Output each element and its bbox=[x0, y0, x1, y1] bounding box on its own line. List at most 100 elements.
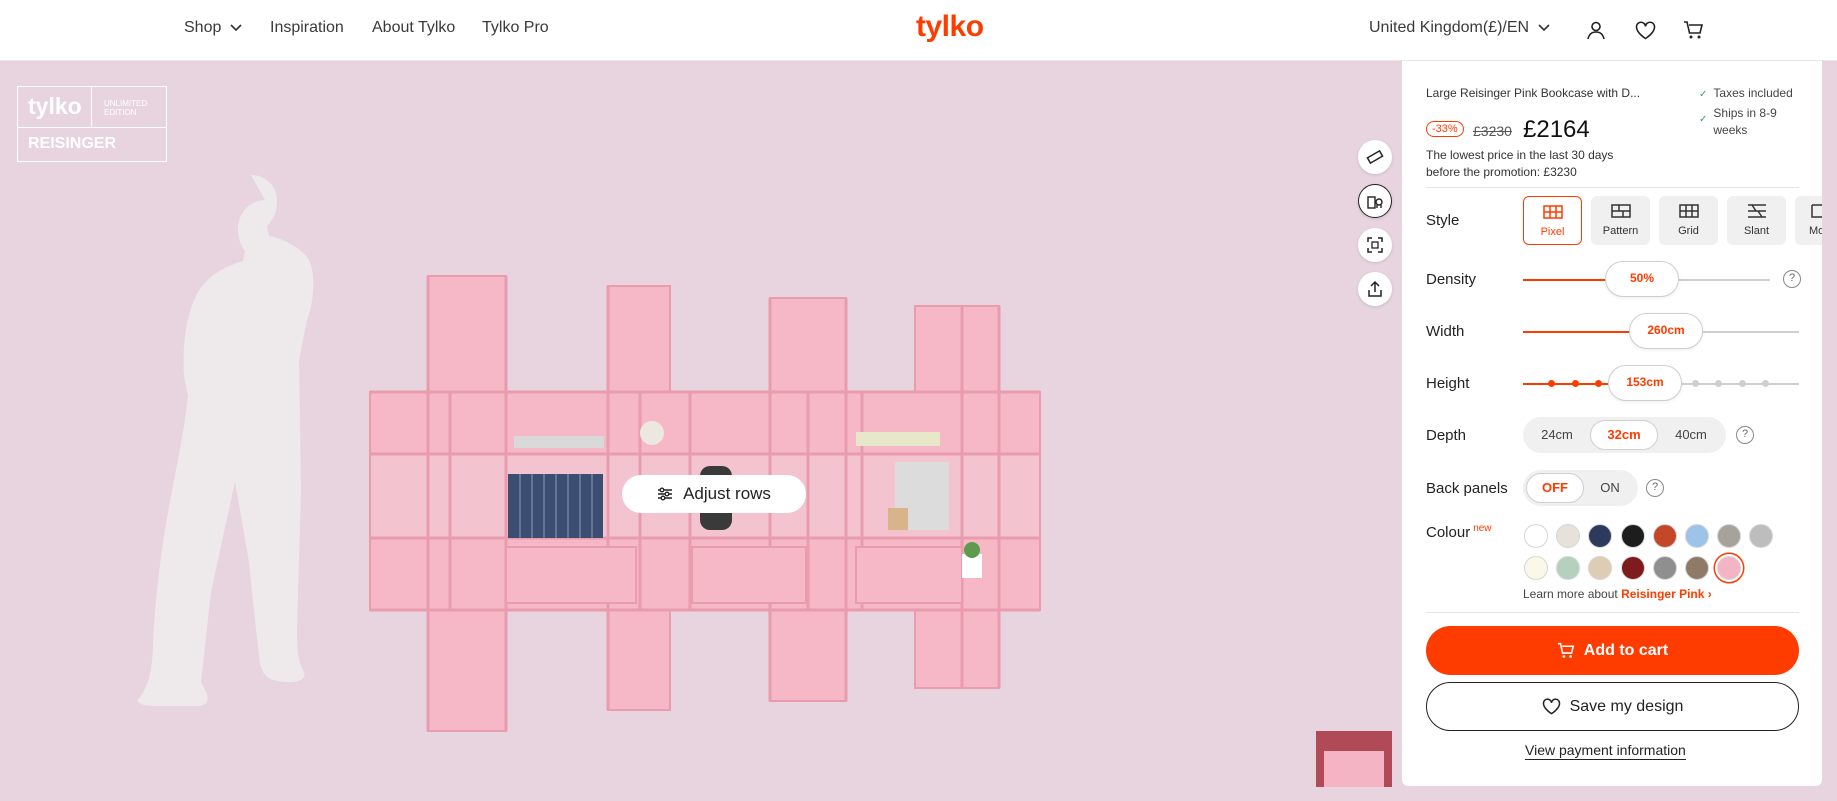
user-icon[interactable] bbox=[1584, 18, 1608, 42]
lowest-price-note: The lowest price in the last 30 days bef… bbox=[1426, 148, 1614, 179]
style-mosaic-button[interactable]: Mo bbox=[1795, 196, 1822, 245]
style-grid-button[interactable]: Grid bbox=[1659, 196, 1718, 245]
width-label: Width bbox=[1426, 323, 1465, 340]
fullscreen-icon[interactable] bbox=[1358, 228, 1392, 262]
style-pixel-label: Pixel bbox=[1540, 226, 1565, 238]
learn-more-link[interactable]: Reisinger Pink › bbox=[1621, 587, 1712, 601]
style-pixel-button[interactable]: Pixel bbox=[1523, 196, 1582, 245]
shipping-label: Ships in 8-9 weeks bbox=[1713, 106, 1777, 137]
chevron-down-icon bbox=[230, 24, 242, 31]
height-step[interactable] bbox=[1692, 380, 1699, 387]
learn-more-prefix: Learn more about bbox=[1523, 587, 1618, 601]
save-design-label: Save my design bbox=[1569, 697, 1684, 715]
height-step[interactable] bbox=[1572, 380, 1579, 387]
badge-collection: REISINGER bbox=[28, 135, 117, 152]
height-label: Height bbox=[1426, 375, 1470, 392]
check-icon: ✓ bbox=[1699, 89, 1708, 100]
density-help-icon[interactable]: ? bbox=[1783, 270, 1801, 288]
bookcase-render bbox=[137, 175, 1041, 732]
tylko-logo[interactable]: tylko bbox=[916, 10, 984, 44]
colour-swatch[interactable] bbox=[1620, 556, 1645, 580]
style-pattern-button[interactable]: Pattern bbox=[1591, 196, 1650, 245]
depth-option-32[interactable]: 32cm bbox=[1590, 420, 1658, 450]
thumbnail-image bbox=[1324, 751, 1384, 787]
current-price: £2164 bbox=[1523, 116, 1590, 143]
colour-swatch[interactable] bbox=[1556, 556, 1581, 580]
heart-icon[interactable] bbox=[1633, 18, 1657, 42]
ruler-icon[interactable] bbox=[1358, 140, 1392, 174]
style-slant-button[interactable]: Slant bbox=[1727, 196, 1786, 245]
old-price: £3230 bbox=[1473, 123, 1512, 139]
room-icon[interactable] bbox=[1358, 184, 1392, 218]
human-silhouette bbox=[137, 175, 314, 706]
height-step[interactable] bbox=[1715, 380, 1722, 387]
colour-swatch[interactable] bbox=[1524, 524, 1548, 548]
mosaic-style-icon bbox=[1811, 204, 1822, 218]
shipping-note: ✓ Ships in 8-9 weeks bbox=[1699, 105, 1803, 139]
lifestyle-thumbnail[interactable] bbox=[1316, 731, 1392, 787]
width-slider[interactable]: 260cm bbox=[1629, 313, 1703, 349]
chevron-down-icon bbox=[1537, 24, 1550, 31]
cart-icon bbox=[1557, 642, 1574, 658]
colour-label-text: Colour bbox=[1426, 524, 1471, 541]
colour-swatch[interactable] bbox=[1717, 556, 1742, 580]
check-icon: ✓ bbox=[1699, 114, 1708, 125]
colour-swatch[interactable] bbox=[1685, 524, 1709, 548]
colour-label: Colour new bbox=[1426, 523, 1492, 541]
edition-badge: tylko UNLIMITED EDITION REISINGER bbox=[17, 86, 167, 162]
colour-swatch[interactable] bbox=[1717, 524, 1742, 548]
depth-option-40[interactable]: 40cm bbox=[1659, 420, 1723, 450]
sliders-icon bbox=[658, 487, 673, 501]
width-fill bbox=[1523, 331, 1638, 333]
depth-option-24[interactable]: 24cm bbox=[1526, 420, 1588, 450]
colour-swatch[interactable] bbox=[1524, 556, 1548, 580]
style-slant-label: Slant bbox=[1743, 225, 1770, 237]
badge-brand: tylko bbox=[18, 87, 92, 128]
cart-icon[interactable] bbox=[1681, 18, 1705, 42]
colour-swatch[interactable] bbox=[1652, 524, 1677, 548]
colour-swatch[interactable] bbox=[1588, 524, 1613, 548]
nav-inspiration[interactable]: Inspiration bbox=[270, 19, 344, 37]
colour-swatch[interactable] bbox=[1749, 524, 1774, 548]
back-panels-help-icon[interactable]: ? bbox=[1646, 479, 1664, 497]
region-selector[interactable]: United Kingdom(£)/EN bbox=[1369, 19, 1550, 37]
colour-swatch[interactable] bbox=[1652, 556, 1677, 580]
nav-tylko-pro[interactable]: Tylko Pro bbox=[482, 19, 549, 37]
colour-swatch[interactable] bbox=[1588, 556, 1613, 580]
density-label: Density bbox=[1426, 271, 1477, 288]
adjust-rows-label: Adjust rows bbox=[683, 484, 771, 503]
back-panels-on[interactable]: ON bbox=[1585, 473, 1635, 503]
configurator-panel: Large Reisinger Pink Bookcase with D... … bbox=[1402, 61, 1822, 786]
depth-selector: 24cm 32cm 40cm bbox=[1523, 417, 1726, 453]
height-step[interactable] bbox=[1739, 380, 1746, 387]
style-pattern-label: Pattern bbox=[1602, 225, 1639, 237]
colour-swatch[interactable] bbox=[1620, 524, 1645, 548]
height-step[interactable] bbox=[1762, 380, 1769, 387]
learn-more: Learn more about Reisinger Pink › bbox=[1523, 587, 1712, 601]
payment-info-link[interactable]: View payment information bbox=[1525, 742, 1686, 760]
height-step[interactable] bbox=[1595, 380, 1602, 387]
colour-swatch[interactable] bbox=[1556, 524, 1581, 548]
density-slider[interactable]: 50% bbox=[1605, 261, 1679, 297]
pattern-style-icon bbox=[1610, 204, 1631, 218]
product-viewer[interactable]: Adjust rows bbox=[0, 61, 1402, 801]
height-step[interactable] bbox=[1548, 380, 1555, 387]
nav-shop[interactable]: Shop bbox=[184, 19, 242, 37]
style-label: Style bbox=[1426, 212, 1460, 229]
height-slider[interactable]: 153cm bbox=[1608, 365, 1682, 401]
pixel-style-icon bbox=[1542, 205, 1563, 219]
back-panels-toggle: OFF ON bbox=[1523, 470, 1638, 506]
save-design-button[interactable]: Save my design bbox=[1426, 682, 1799, 731]
divider bbox=[1426, 612, 1799, 613]
nav-shop-label: Shop bbox=[184, 19, 222, 36]
grid-style-icon bbox=[1678, 204, 1699, 218]
nav-about[interactable]: About Tylko bbox=[372, 19, 455, 37]
adjust-rows-button[interactable]: Adjust rows bbox=[622, 475, 806, 513]
share-icon[interactable] bbox=[1358, 272, 1392, 306]
depth-help-icon[interactable]: ? bbox=[1736, 426, 1754, 444]
add-to-cart-label: Add to cart bbox=[1583, 641, 1669, 659]
add-to-cart-button[interactable]: Add to cart bbox=[1426, 626, 1799, 675]
colour-swatch[interactable] bbox=[1685, 556, 1709, 580]
back-panels-off[interactable]: OFF bbox=[1526, 473, 1584, 503]
divider bbox=[1426, 187, 1799, 188]
